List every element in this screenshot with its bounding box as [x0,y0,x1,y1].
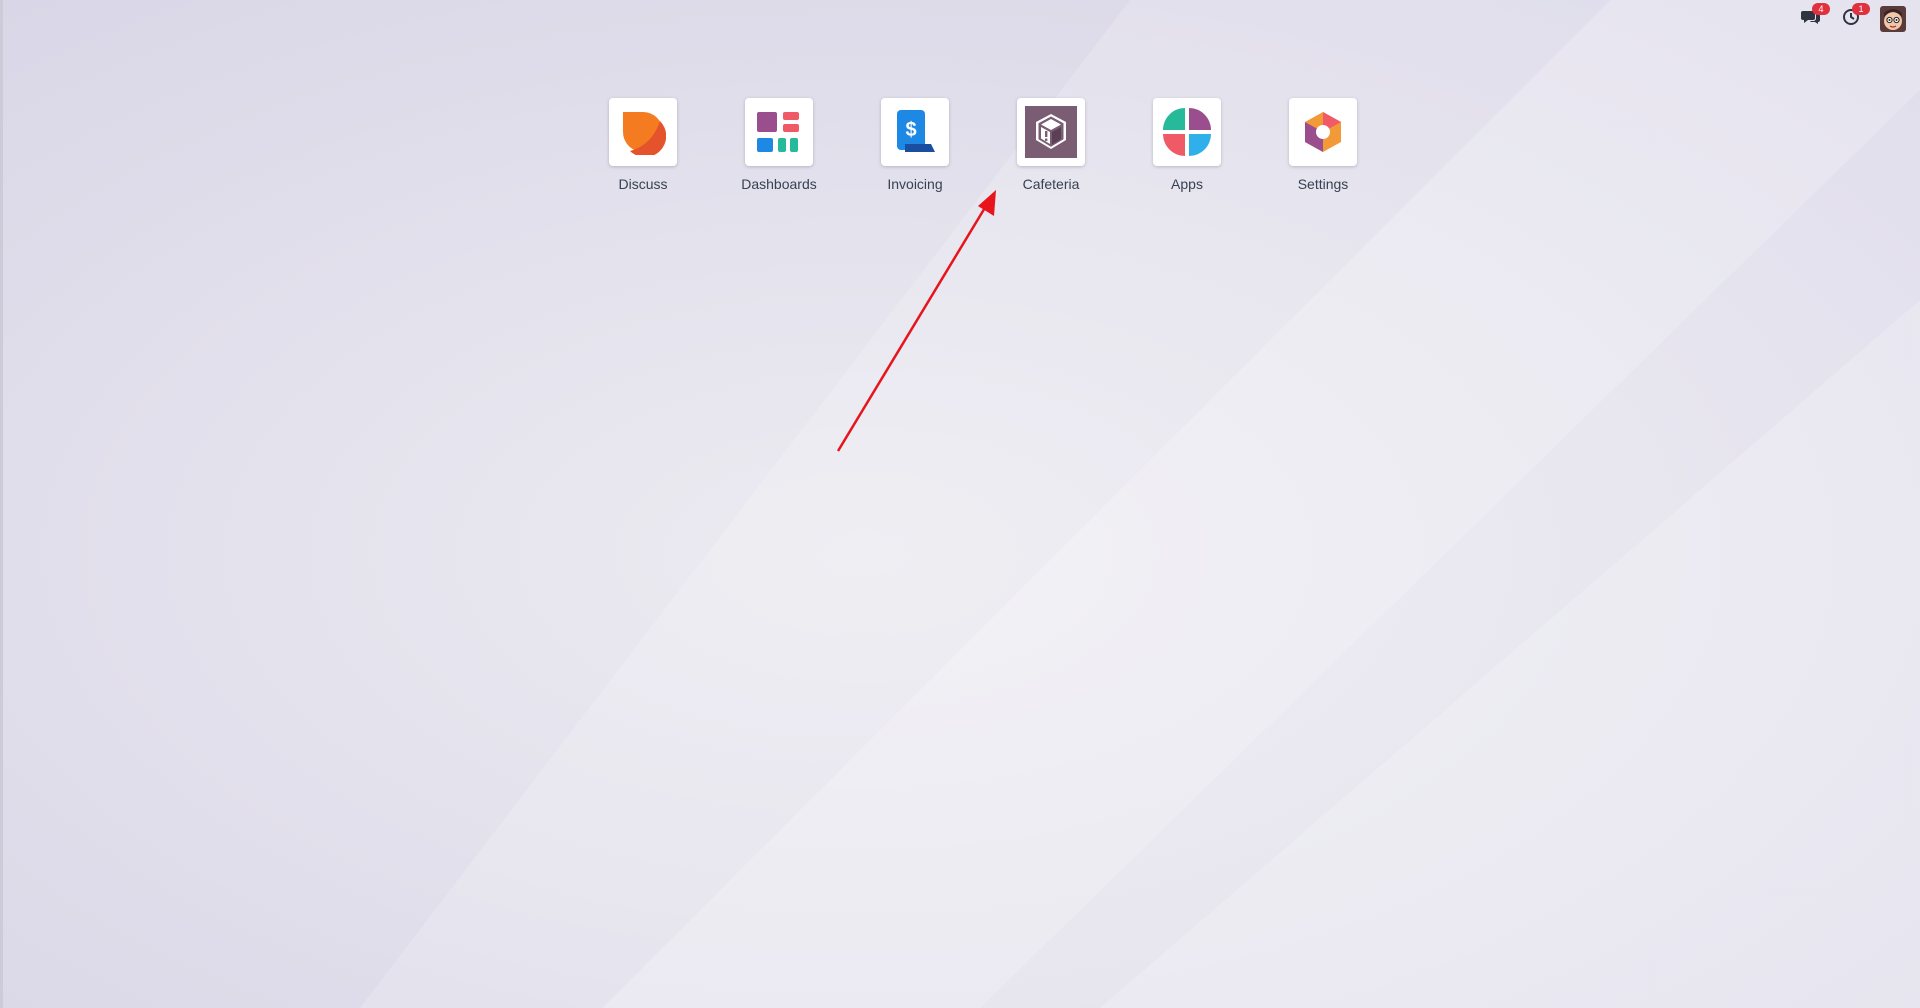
apps-icon [1153,98,1221,166]
cafeteria-icon [1017,98,1085,166]
systray: 4 1 [1800,3,1906,32]
app-settings[interactable]: Settings [1255,98,1391,192]
app-label: Discuss [618,176,668,192]
app-cafeteria[interactable]: Cafeteria [983,98,1119,192]
app-label: Settings [1297,176,1349,192]
app-label: Dashboards [741,176,817,192]
app-label: Invoicing [887,176,943,192]
settings-icon [1289,98,1357,166]
app-grid: Discuss Dashboards $ Invoicing Cafeteria… [575,98,1391,192]
messaging-menu[interactable]: 4 [1800,3,1830,30]
app-dashboards[interactable]: Dashboards [711,98,847,192]
app-discuss[interactable]: Discuss [575,98,711,192]
app-apps[interactable]: Apps [1119,98,1255,192]
svg-text:$: $ [905,119,916,141]
invoicing-icon: $ [881,98,949,166]
messages-badge: 4 [1812,3,1830,15]
left-edge [0,0,3,1008]
app-invoicing[interactable]: $ Invoicing [847,98,983,192]
dashboards-icon [745,98,813,166]
user-avatar[interactable] [1880,6,1906,32]
app-label: Apps [1171,176,1203,192]
activities-badge: 1 [1852,3,1870,15]
activity-menu[interactable]: 1 [1840,3,1870,30]
app-label: Cafeteria [1022,176,1080,192]
discuss-icon [609,98,677,166]
